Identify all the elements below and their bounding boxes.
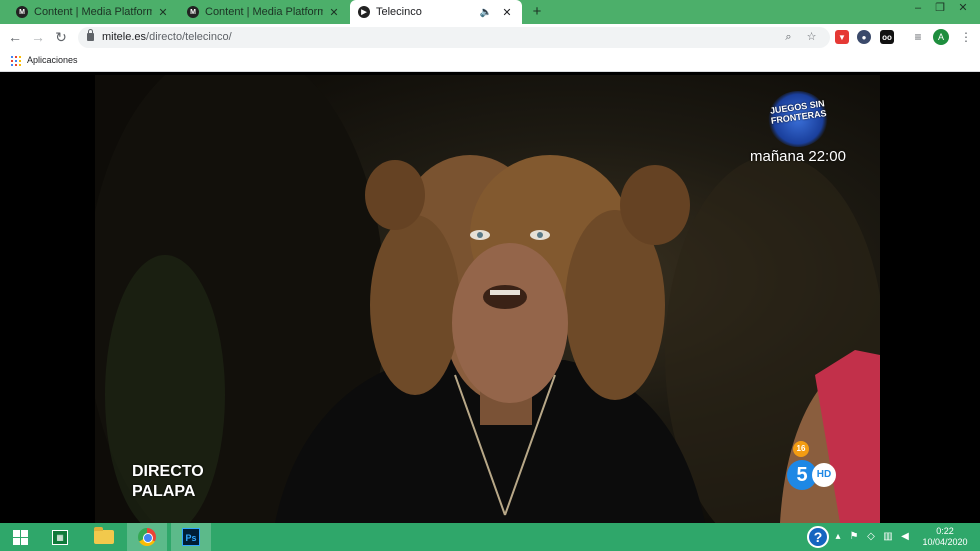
- store-icon: ▦: [52, 529, 68, 545]
- live-caption-line1: DIRECTO: [132, 463, 204, 480]
- tab-title: Content | Media Platform: [34, 6, 152, 18]
- media-platform-favicon-icon: M: [16, 6, 28, 18]
- kebab-menu-icon[interactable]: ⋮: [956, 27, 976, 47]
- close-icon[interactable]: ✕: [327, 6, 341, 19]
- file-explorer-taskbar-button[interactable]: [84, 523, 124, 551]
- url-path: /directo/telecinco/: [146, 31, 232, 43]
- telecinco-favicon-icon: ▶: [358, 6, 370, 18]
- tab-content-media-platform-2[interactable]: M Content | Media Platform ✕: [179, 0, 349, 24]
- photoshop-taskbar-button[interactable]: Ps: [171, 523, 211, 551]
- start-button[interactable]: [0, 523, 40, 551]
- new-tab-button[interactable]: +: [528, 2, 546, 22]
- pocket-extension-icon[interactable]: ▼: [835, 30, 849, 44]
- minimize-icon[interactable]: –: [907, 0, 929, 16]
- chrome-taskbar-button[interactable]: [127, 523, 167, 551]
- store-taskbar-button[interactable]: ▦: [40, 523, 80, 551]
- close-icon[interactable]: ✕: [156, 6, 170, 19]
- netflix-party-extension-icon[interactable]: oo: [880, 30, 894, 44]
- flag-icon[interactable]: ⚑: [848, 530, 860, 544]
- bookmarks-bar: Aplicaciones: [0, 51, 980, 72]
- star-icon[interactable]: ☆: [803, 29, 820, 46]
- bookmark-apps[interactable]: Aplicaciones: [27, 55, 78, 65]
- windows-taskbar: ▦ Ps ? ▴ ⚑ ◇ ▥ ◀ 0:22 10/04/2020: [0, 523, 980, 551]
- tab-strip: M Content | Media Platform ✕ M Content |…: [0, 0, 980, 24]
- promo-time: mañana 22:00: [750, 148, 846, 165]
- restore-icon[interactable]: ❐: [929, 0, 951, 16]
- tab-content-media-platform-1[interactable]: M Content | Media Platform ✕: [8, 0, 178, 24]
- clock-time: 0:22: [936, 526, 954, 536]
- tab-telecinco[interactable]: ▶ Telecinco 🔈 ✕: [350, 0, 522, 24]
- lock-icon[interactable]: [87, 29, 94, 41]
- volume-icon[interactable]: ◀: [899, 530, 911, 544]
- window-close-icon[interactable]: ✕: [952, 0, 974, 16]
- tab-title: Content | Media Platform: [205, 6, 323, 18]
- forward-arrow-icon[interactable]: →: [28, 27, 48, 47]
- address-bar[interactable]: mitele.es/directo/telecinco/ ⌕ ☆: [78, 27, 830, 48]
- chrome-icon: [138, 528, 156, 546]
- avatar[interactable]: A: [933, 29, 949, 45]
- windows-logo-icon: [12, 529, 28, 545]
- url-host: mitele.es: [102, 31, 147, 43]
- browser-toolbar: ← → ↻ mitele.es/directo/telecinco/ ⌕ ☆ ▼…: [0, 24, 980, 51]
- hd-badge: HD: [812, 463, 836, 487]
- live-video-frame[interactable]: JUEGOS SIN FRONTERAS mañana 22:00 DIRECT…: [95, 75, 880, 523]
- url-text[interactable]: mitele.es/directo/telecinco/: [102, 31, 232, 43]
- clock-date: 10/04/2020: [922, 537, 968, 547]
- chevron-up-icon[interactable]: ▴: [832, 530, 844, 544]
- vpn-extension-icon[interactable]: ●: [857, 30, 871, 44]
- live-caption: DIRECTO PALAPA: [132, 462, 204, 502]
- network-icon[interactable]: ▥: [882, 530, 894, 544]
- media-platform-favicon-icon: M: [187, 6, 199, 18]
- system-clock[interactable]: 0:22 10/04/2020: [922, 526, 968, 548]
- help-icon[interactable]: ?: [807, 526, 829, 548]
- close-icon[interactable]: ✕: [500, 6, 514, 19]
- photoshop-icon: Ps: [182, 528, 200, 546]
- speaker-icon[interactable]: 🔈: [480, 7, 492, 18]
- reload-icon[interactable]: ↻: [51, 27, 71, 47]
- back-arrow-icon[interactable]: ←: [5, 27, 25, 47]
- folder-icon: [94, 527, 114, 544]
- video-scene-image: [95, 75, 880, 523]
- search-icon[interactable]: ⌕: [780, 29, 797, 46]
- age-rating-badge: 16: [793, 441, 809, 457]
- live-caption-line2: PALAPA: [132, 483, 196, 500]
- apps-icon[interactable]: [11, 56, 21, 66]
- media-control-icon[interactable]: ≡: [908, 27, 928, 47]
- tab-title: Telecinco: [376, 6, 422, 18]
- video-player[interactable]: JUEGOS SIN FRONTERAS mañana 22:00 DIRECT…: [0, 72, 980, 523]
- dropbox-icon[interactable]: ◇: [865, 530, 877, 544]
